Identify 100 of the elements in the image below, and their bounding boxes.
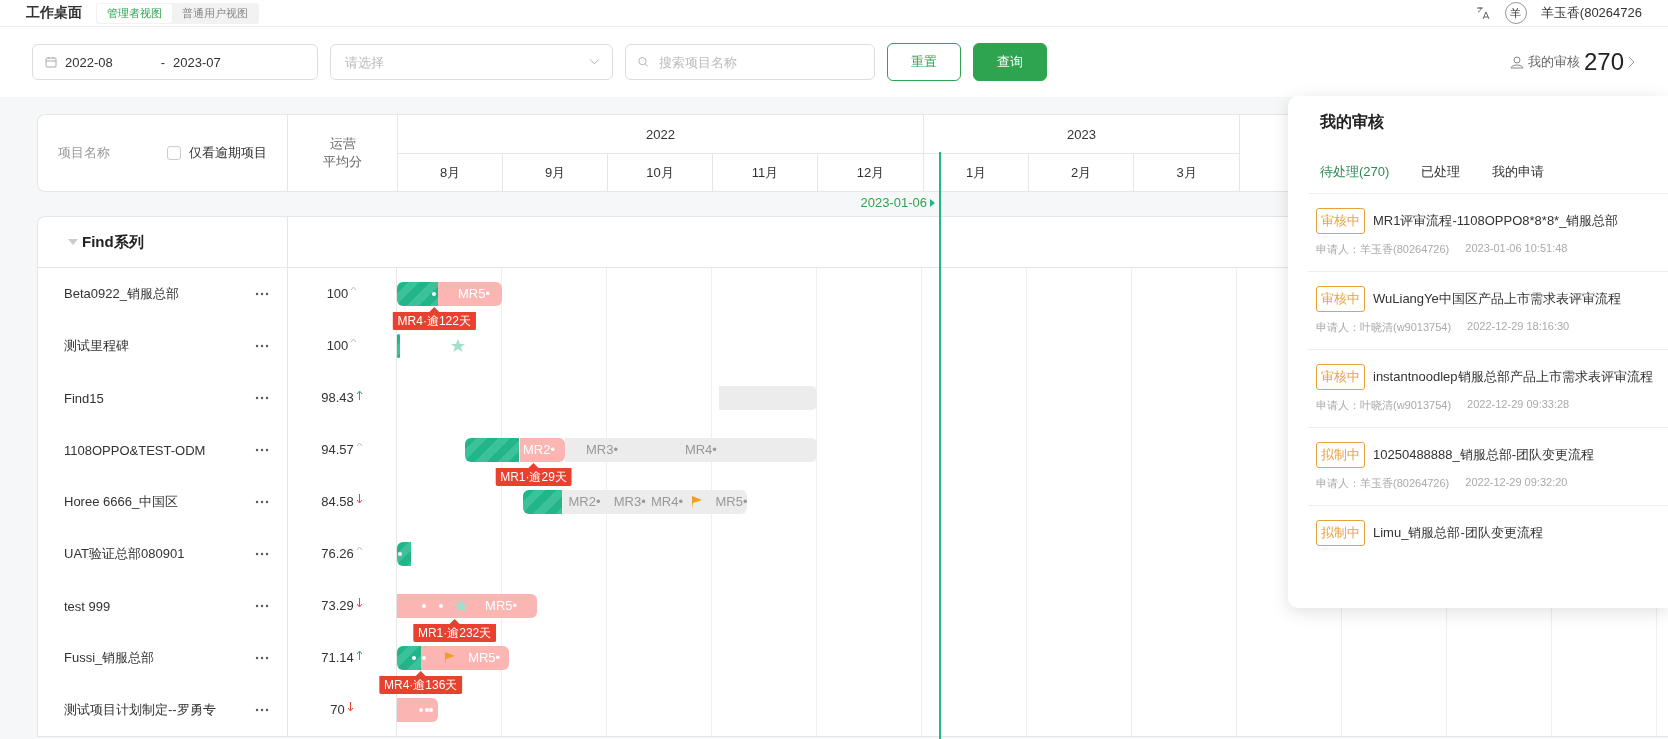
milestone-dot: [439, 604, 444, 608]
milestone-label: MR3•: [613, 494, 646, 510]
timestamp: 2023-01-06 10:51:48: [1465, 242, 1568, 256]
milestone-label: MR5•: [715, 494, 748, 510]
collapse-caret-icon[interactable]: [68, 239, 78, 245]
calendar-icon: [45, 56, 57, 68]
chevron-right-icon[interactable]: [1628, 56, 1636, 68]
more-icon[interactable]: [255, 552, 269, 556]
caret-up-icon: [355, 442, 363, 447]
review-tab[interactable]: 已处理: [1421, 163, 1461, 181]
milestone-dot: [398, 552, 403, 556]
score: 76.26: [321, 546, 354, 561]
caret-up-icon: [355, 546, 363, 551]
page-title: 工作桌面: [26, 4, 82, 22]
milestone-label: MR2•: [568, 494, 601, 510]
select-field[interactable]: 请选择: [330, 44, 613, 80]
date-to: 2023-07: [173, 54, 221, 70]
review-item[interactable]: 拟制中 10250488888_销服总部-团队变更流程 申请人：羊玉香(80264726) 2022-12-29 09:32:20: [1308, 428, 1668, 506]
item-title: instantnoodlep销服总部产品上市需求表评审流程: [1373, 368, 1653, 386]
more-icon[interactable]: [255, 708, 269, 712]
milestone-label: MR4•: [651, 494, 684, 510]
score: 84.58: [321, 494, 354, 509]
year-label: 2022: [646, 126, 675, 142]
applicant: 申请人：叶晓清(w9013754): [1316, 398, 1452, 413]
more-icon[interactable]: [255, 500, 269, 504]
done-bar[interactable]: [397, 542, 411, 566]
project-name[interactable]: 1108OPPO&TEST-ODM: [64, 442, 206, 458]
project-name[interactable]: Horee 6666_中国区: [64, 493, 179, 511]
select-input[interactable]: 请选择: [343, 53, 582, 71]
review-tab[interactable]: 我的申请: [1492, 163, 1545, 181]
project-name[interactable]: Fussi_销服总部: [64, 649, 155, 667]
star-icon: [450, 339, 465, 353]
timestamp: 2022-12-29 09:33:28: [1467, 398, 1570, 412]
item-title: WuLiangYe中国区产品上市需求表评审流程: [1373, 290, 1621, 308]
year-label: 2023: [1067, 126, 1096, 142]
review-tab[interactable]: 待处理(270): [1320, 163, 1390, 181]
project-name[interactable]: Beta0922_销服总部: [64, 285, 179, 303]
score: 70: [330, 702, 345, 717]
late-bar[interactable]: [519, 438, 565, 462]
caret-up-icon: [350, 338, 358, 343]
milestone-dot: [422, 656, 427, 660]
score: 94.57: [321, 442, 354, 457]
overdue-tag: MR4·逾136天: [379, 671, 463, 694]
late-bar[interactable]: [437, 282, 502, 306]
date-separator: -: [160, 54, 166, 70]
flag-icon: [443, 651, 456, 665]
overdue-tag: MR1·逾29天: [495, 463, 572, 486]
trend-down-icon: [355, 598, 363, 608]
late-bar[interactable]: [397, 698, 438, 722]
month-label: 3月: [1176, 163, 1197, 182]
overdue-tag: MR4·逾122天: [392, 307, 476, 330]
month-label: 10月: [646, 163, 674, 182]
more-icon[interactable]: [255, 396, 269, 400]
month-label: 12月: [856, 163, 885, 182]
review-link[interactable]: 我的审核: [1527, 53, 1580, 71]
language-icon[interactable]: [1474, 6, 1491, 20]
project-name[interactable]: test 999: [64, 598, 111, 614]
overdue-checkbox[interactable]: 仅看逾期项目: [167, 144, 267, 162]
column-header: 项目名称: [58, 144, 110, 162]
review-item[interactable]: 审核中 instantnoodlep销服总部产品上市需求表评审流程 申请人：叶晓清(w9013754) 2022-12-29 09:33:28: [1308, 350, 1668, 428]
overdue-tag: MR1·逾232天: [412, 619, 497, 642]
project-name[interactable]: Find15: [64, 390, 104, 406]
more-icon[interactable]: [255, 656, 269, 660]
milestone-label: MR5•: [485, 598, 518, 614]
plan-bar[interactable]: [565, 438, 817, 462]
review-item[interactable]: 审核中 WuLiangYe中国区产品上市需求表评审流程 申请人：叶晓清(w9013754) 2022-12-29 18:16:30: [1308, 272, 1668, 350]
done-bar[interactable]: [397, 334, 401, 358]
applicant: 申请人：羊玉香(80264726): [1316, 476, 1450, 491]
project-name[interactable]: 测试项目计划制定--罗勇专: [64, 701, 216, 719]
milestone-dot: [411, 656, 416, 660]
date-range-field[interactable]: 2022-08 - 2023-07: [32, 44, 318, 80]
more-icon[interactable]: [255, 448, 269, 452]
review-item[interactable]: 审核中 MR1评审流程-1108OPPO8*8*8*_销服总部 申请人：羊玉香(80264726) 2023-01-06 10:51:48: [1308, 194, 1668, 272]
more-icon[interactable]: [255, 604, 269, 608]
done-bar[interactable]: [397, 646, 421, 670]
late-bar[interactable]: [397, 594, 537, 618]
month-label: 8月: [439, 163, 461, 182]
review-item[interactable]: 拟制中 Limu_销服总部-团队变更流程: [1308, 506, 1668, 560]
flag-icon: [691, 495, 704, 509]
more-icon[interactable]: [255, 292, 269, 296]
milestone-label: MR3•: [586, 442, 618, 458]
user-name: 羊玉香(80264726: [1540, 4, 1642, 22]
done-bar[interactable]: [397, 282, 438, 306]
status-badge: 拟制中: [1316, 520, 1365, 546]
plan-bar[interactable]: [561, 490, 747, 514]
milestone-label: MR5•: [457, 286, 490, 302]
milestone-dot: [418, 708, 423, 712]
score: 100: [326, 338, 349, 353]
chevron-down-icon: [589, 58, 600, 66]
search-field[interactable]: 搜索项目名称: [625, 44, 875, 80]
late-bar[interactable]: [420, 646, 509, 670]
milestone-label: MR5•: [468, 650, 501, 666]
project-name[interactable]: 测试里程碑: [64, 337, 129, 355]
timestamp: 2022-12-29 18:16:30: [1467, 320, 1570, 334]
milestone-dot: [422, 604, 427, 608]
done-bar[interactable]: [464, 438, 520, 462]
done-bar[interactable]: [523, 490, 562, 514]
project-name[interactable]: UAT验证总部080901: [64, 545, 185, 563]
search-input[interactable]: 搜索项目名称: [656, 53, 862, 71]
more-icon[interactable]: [255, 344, 269, 348]
